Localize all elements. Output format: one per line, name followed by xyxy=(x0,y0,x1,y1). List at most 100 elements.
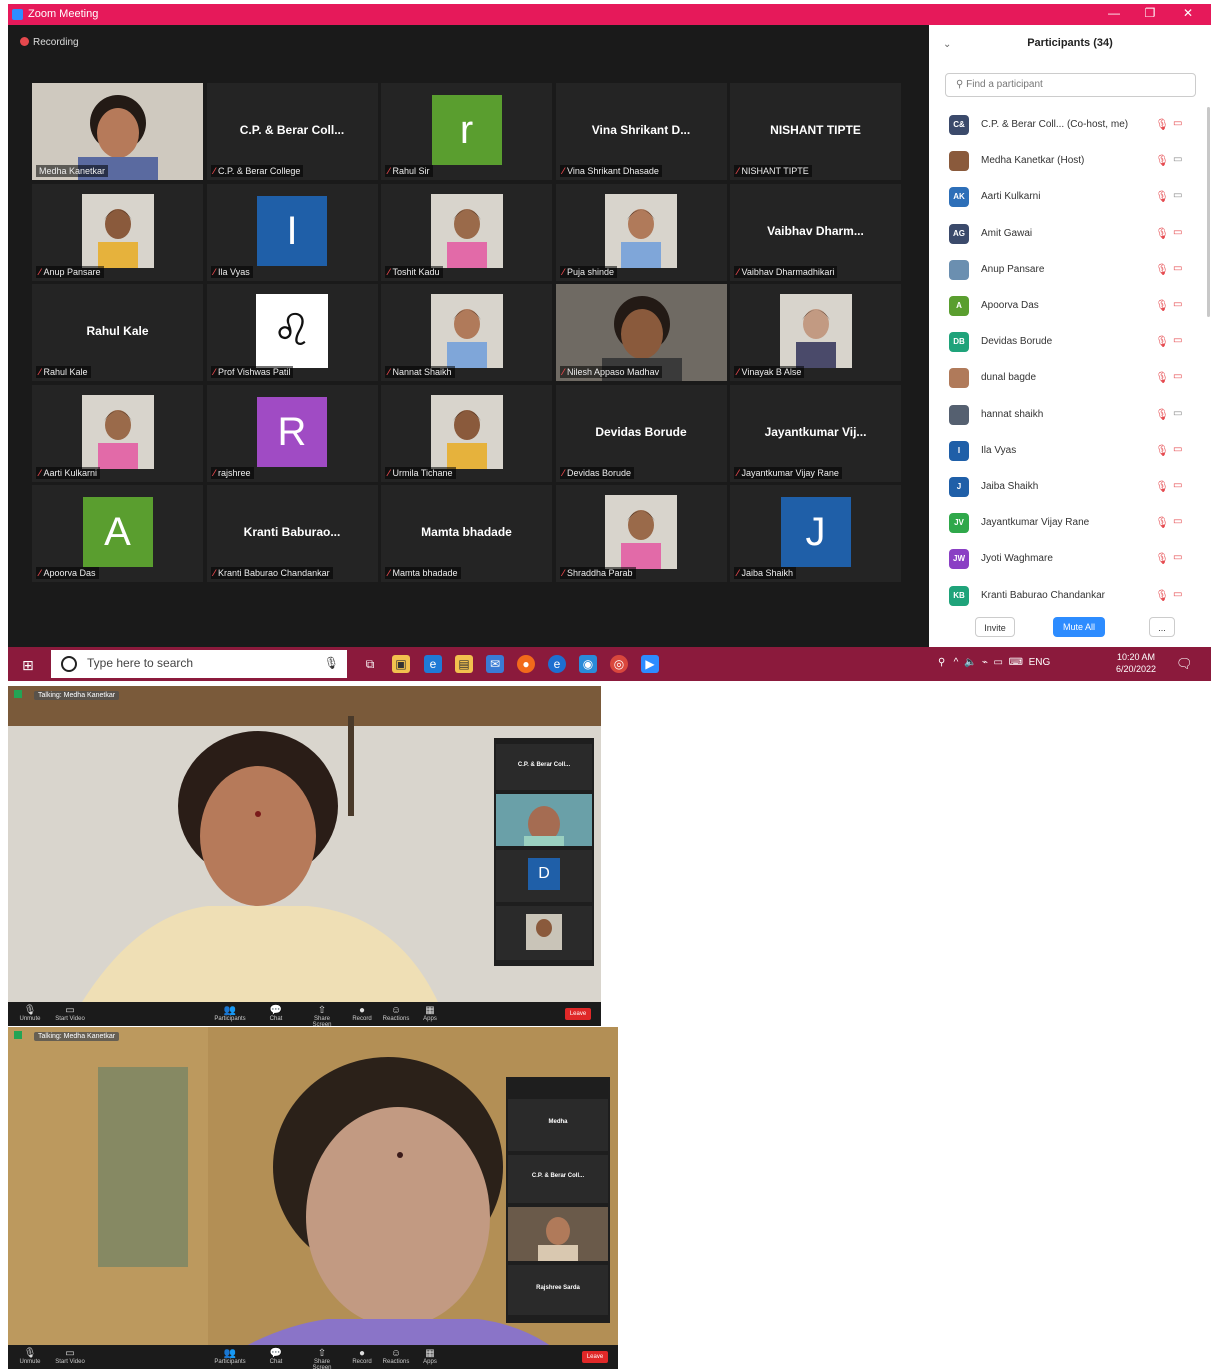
control-unmute-button[interactable]: 🎙 Unmute xyxy=(12,1005,48,1022)
participant-row[interactable]: J Jaiba Shaikh 🎙 ▭ xyxy=(947,469,1197,505)
chrome-icon[interactable]: ◎ xyxy=(610,655,628,673)
recording-indicator[interactable]: Recording xyxy=(20,37,79,48)
control-record-button[interactable]: ● Record xyxy=(344,1005,380,1022)
microphone-muted-icon[interactable]: 🎙 xyxy=(1155,589,1169,602)
video-tile[interactable]: Devidas Borude ⁄ Devidas Borude xyxy=(555,384,727,482)
strip-tile[interactable]: C.P. & Berar Coll... xyxy=(496,744,592,790)
control-start-video-button[interactable]: ▭ Start Video xyxy=(52,1348,88,1365)
video-off-icon[interactable]: ▭ xyxy=(1173,371,1182,382)
video-off-icon[interactable]: ▭ xyxy=(1173,444,1182,455)
video-off-icon[interactable]: ▭ xyxy=(1173,589,1182,600)
video-tile[interactable]: ⁄ Nilesh Appaso Madhav xyxy=(555,284,727,381)
video-tile[interactable]: A ⁄ Apoorva Das xyxy=(32,485,203,582)
battery-icon[interactable]: ▭ xyxy=(994,657,1003,668)
edge-icon[interactable]: e xyxy=(424,655,442,673)
internet-explorer-icon[interactable]: e xyxy=(548,655,566,673)
video-tile[interactable]: ♌ ⁄ Prof Vishwas Patil xyxy=(206,284,378,381)
strip-tile[interactable]: D xyxy=(496,850,592,902)
minimize-button[interactable]: — xyxy=(1099,6,1129,22)
participant-row[interactable]: Medha Kanetkar (Host) 🎙 ▭ xyxy=(947,143,1197,179)
microphone-muted-icon[interactable]: 🎙 xyxy=(1155,263,1169,276)
video-tile[interactable]: r ⁄ Rahul Sir xyxy=(381,83,552,180)
control-chat-button[interactable]: 💬 Chat xyxy=(258,1005,294,1022)
microphone-muted-icon[interactable]: 🎙 xyxy=(1155,299,1169,312)
video-off-icon[interactable]: ▭ xyxy=(1173,335,1182,346)
store-icon[interactable]: ▣ xyxy=(392,655,410,673)
video-off-icon[interactable]: ▭ xyxy=(1173,299,1182,310)
mute-all-button[interactable]: Mute All xyxy=(1053,617,1105,637)
participant-row[interactable]: Anup Pansare 🎙 ▭ xyxy=(947,252,1197,288)
video-tile[interactable]: ⁄ Toshit Kadu xyxy=(381,183,552,281)
video-tile[interactable]: Kranti Baburao... ⁄ Kranti Baburao Chandan… xyxy=(206,485,378,582)
voice-search-icon[interactable]: 🎙 xyxy=(324,656,339,670)
windows-start-icon[interactable]: ⊞ xyxy=(22,657,34,674)
participant-row[interactable]: C& C.P. & Berar Coll... (Co-host, me) 🎙 ▭ xyxy=(947,107,1197,143)
security-shield-icon[interactable] xyxy=(14,1031,22,1039)
control-unmute-button[interactable]: 🎙 Unmute xyxy=(12,1348,48,1365)
video-off-icon[interactable]: ▭ xyxy=(1173,480,1182,491)
taskbar-clock[interactable]: 10:20 AM 6/20/2022 xyxy=(1116,651,1156,675)
video-off-icon[interactable]: ▭ xyxy=(1173,118,1182,129)
participant-row[interactable]: KB Kranti Baburao Chandankar 🎙 ▭ xyxy=(947,578,1197,614)
taskbar-search-box[interactable]: Type here to search 🎙 xyxy=(51,650,347,678)
microphone-muted-icon[interactable]: 🎙 xyxy=(1155,552,1169,565)
video-tile[interactable]: R ⁄ rajshree xyxy=(206,384,378,482)
participant-row[interactable]: DB Devidas Borude 🎙 ▭ xyxy=(947,324,1197,360)
file-explorer-icon[interactable]: ▤ xyxy=(455,655,473,673)
network-icon[interactable]: ⌁ xyxy=(982,657,988,668)
video-off-icon[interactable]: ▭ xyxy=(1173,227,1182,238)
participant-row[interactable]: hannat shaikh 🎙 ▭ xyxy=(947,397,1197,433)
microphone-muted-icon[interactable]: 🎙 xyxy=(1155,516,1169,529)
microphone-muted-icon[interactable]: 🎙 xyxy=(1155,371,1169,384)
microphone-muted-icon[interactable]: 🎙 xyxy=(1155,444,1169,457)
participant-row[interactable]: AG Amit Gawai 🎙 ▭ xyxy=(947,216,1197,252)
control-start-video-button[interactable]: ▭ Start Video xyxy=(52,1005,88,1022)
participant-list-scrollbar[interactable] xyxy=(1207,107,1210,317)
strip-tile-video[interactable] xyxy=(508,1207,608,1261)
microphone-muted-icon[interactable]: 🎙 xyxy=(1155,118,1169,131)
microphone-muted-icon[interactable]: 🎙 xyxy=(1155,408,1169,421)
control-chat-button[interactable]: 💬 Chat xyxy=(258,1348,294,1365)
people-icon[interactable]: ⚲ xyxy=(938,657,945,668)
video-tile[interactable]: Medha Kanetkar xyxy=(32,83,203,180)
invite-button[interactable]: Invite xyxy=(975,617,1015,637)
security-shield-icon[interactable] xyxy=(14,690,22,698)
video-on-icon[interactable]: ▭ xyxy=(1173,408,1182,419)
participant-row[interactable]: I Ila Vyas 🎙 ▭ xyxy=(947,433,1197,469)
video-tile[interactable]: Rahul Kale ⁄ Rahul Kale xyxy=(32,284,203,381)
mail-icon[interactable]: ✉ xyxy=(486,655,504,673)
show-hidden-icons-icon[interactable]: ^ xyxy=(954,657,959,668)
microphone-muted-icon[interactable]: 🎙 xyxy=(1155,190,1169,203)
microphone-muted-icon[interactable]: 🎙 xyxy=(1155,154,1169,167)
video-on-icon[interactable]: ▭ xyxy=(1173,154,1182,165)
participant-search-input[interactable]: ⚲ Find a participant xyxy=(945,73,1196,97)
control-apps-button[interactable]: ▦ Apps xyxy=(412,1005,448,1022)
video-tile[interactable]: ⁄ Anup Pansare xyxy=(32,183,203,281)
input-language[interactable]: ENG xyxy=(1029,657,1051,668)
video-on-icon[interactable]: ▭ xyxy=(1173,190,1182,201)
strip-tile[interactable]: C.P. & Berar Coll... xyxy=(508,1155,608,1203)
control-record-button[interactable]: ● Record xyxy=(344,1348,380,1365)
zoom-taskbar-icon[interactable]: ▶ xyxy=(641,655,659,673)
media-icon[interactable]: ◉ xyxy=(579,655,597,673)
microphone-muted-icon[interactable]: 🎙 xyxy=(1155,335,1169,348)
microphone-muted-icon[interactable]: 🎙 xyxy=(1155,480,1169,493)
participant-row[interactable]: dunal bagde 🎙 ▭ xyxy=(947,360,1197,396)
video-tile[interactable]: ⁄ Urmila Tichane xyxy=(381,384,552,482)
leave-meeting-button[interactable]: Leave xyxy=(582,1351,608,1363)
video-tile[interactable]: Vina Shrikant D... ⁄ Vina Shrikant Dhasade xyxy=(555,83,727,180)
video-tile[interactable]: ⁄ Puja shinde xyxy=(555,183,727,281)
video-tile[interactable]: NISHANT TIPTE ⁄ NISHANT TIPTE xyxy=(730,83,901,180)
leave-meeting-button[interactable]: Leave xyxy=(565,1008,591,1020)
more-options-button[interactable]: ... xyxy=(1149,617,1175,637)
control-share-screen-button[interactable]: ⇧ Share Screen xyxy=(304,1005,340,1026)
participant-row[interactable]: JV Jayantkumar Vijay Rane 🎙 ▭ xyxy=(947,505,1197,541)
participant-row[interactable]: AK Aarti Kulkarni 🎙 ▭ xyxy=(947,179,1197,215)
participant-row[interactable]: JW Jyoti Waghmare 🎙 ▭ xyxy=(947,541,1197,577)
video-tile[interactable]: C.P. & Berar Coll... ⁄ C.P. & Berar Colleg… xyxy=(206,83,378,180)
video-off-icon[interactable]: ▭ xyxy=(1173,263,1182,274)
video-tile[interactable]: Mamta bhadade ⁄ Mamta bhadade xyxy=(381,485,552,582)
close-button[interactable]: ✕ xyxy=(1173,6,1203,22)
video-tile[interactable]: I ⁄ Ila Vyas xyxy=(206,183,378,281)
video-tile[interactable]: ⁄ Shraddha Parab xyxy=(555,485,727,582)
